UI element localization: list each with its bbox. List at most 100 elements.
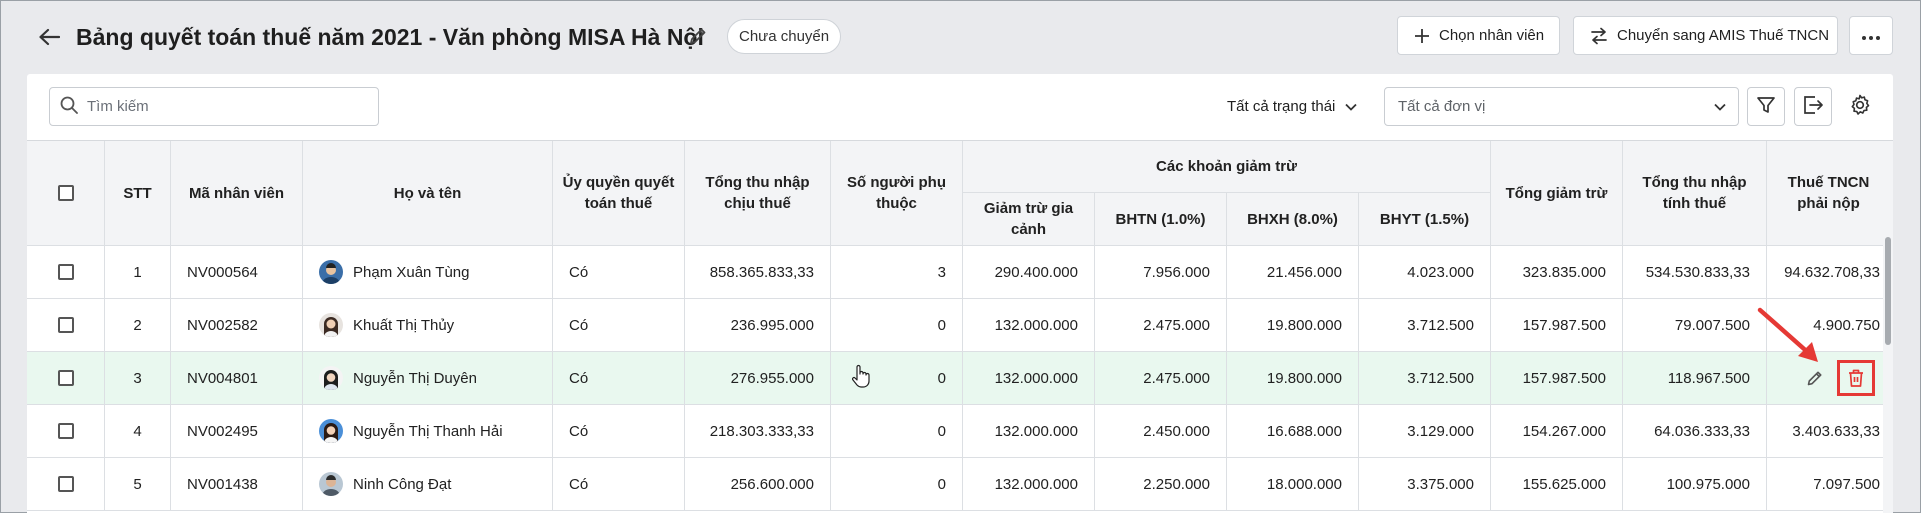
avatar [319, 260, 343, 284]
col-header-stt[interactable]: STT [105, 141, 171, 246]
employee-code-cell: NV001438 [171, 458, 303, 511]
avatar [319, 419, 343, 443]
bhxh-cell: 18.000.000 [1227, 458, 1359, 511]
bhyt-cell: 3.712.500 [1359, 299, 1491, 352]
col-header-pit-payable[interactable]: Thuế TNCN phải nộp [1767, 141, 1893, 246]
bhyt-cell: 3.712.500 [1359, 352, 1491, 405]
full-name-cell: Phạm Xuân Tùng [303, 246, 553, 299]
edit-title-pencil-icon[interactable] [685, 23, 711, 49]
bhyt-cell: 3.375.000 [1359, 458, 1491, 511]
avatar [319, 472, 343, 496]
row-checkbox-cell [27, 405, 105, 458]
col-group-deductions: Các khoản giảm trừ [963, 141, 1491, 193]
full-name-cell: Ninh Công Đạt [303, 458, 553, 511]
export-button[interactable] [1794, 87, 1832, 126]
transfer-to-amis-button[interactable]: Chuyển sang AMIS Thuế TNCN [1573, 16, 1838, 55]
chevron-down-icon [1345, 98, 1358, 115]
search-box[interactable] [49, 87, 379, 126]
gear-icon [1848, 93, 1872, 121]
dependents-cell: 3 [831, 246, 963, 299]
total-deduction-cell: 323.835.000 [1491, 246, 1623, 299]
pit-payable-cell: 3.403.633,33 [1767, 405, 1893, 458]
back-arrow-icon[interactable] [34, 22, 64, 52]
bhtn-cell: 2.475.000 [1095, 352, 1227, 405]
taxable-income-cell: 276.955.000 [685, 352, 831, 405]
pit-payable-cell: 94.632.708,33 [1767, 246, 1893, 299]
export-icon [1802, 95, 1824, 119]
row-checkbox-cell [27, 246, 105, 299]
col-header-assessable-income[interactable]: Tổng thu nhập tính thuế [1623, 141, 1767, 246]
unit-select-value: Tất cả đơn vị [1398, 98, 1486, 115]
taxable-income-cell: 218.303.333,33 [685, 405, 831, 458]
hand-cursor-icon [852, 364, 870, 392]
choose-employee-label: Chọn nhân viên [1439, 27, 1545, 44]
chevron-down-icon [1714, 98, 1726, 115]
filter-button[interactable] [1747, 87, 1785, 126]
row-checkbox-cell [27, 352, 105, 405]
select-all-cell [27, 141, 105, 246]
dependents-cell: 0 [831, 405, 963, 458]
assessable-income-cell: 64.036.333,33 [1623, 405, 1767, 458]
employee-code-cell: NV004801 [171, 352, 303, 405]
bhtn-cell: 2.475.000 [1095, 299, 1227, 352]
unit-select[interactable]: Tất cả đơn vị [1384, 87, 1739, 126]
employee-code-cell: NV000564 [171, 246, 303, 299]
family-deduction-cell: 132.000.000 [963, 405, 1095, 458]
choose-employee-button[interactable]: Chọn nhân viên [1397, 16, 1560, 55]
full-name-cell: Khuất Thị Thủy [303, 299, 553, 352]
employee-name: Ninh Công Đạt [353, 475, 452, 493]
family-deduction-cell: 290.400.000 [963, 246, 1095, 299]
bhxh-cell: 21.456.000 [1227, 246, 1359, 299]
row-checkbox[interactable] [57, 317, 74, 333]
family-deduction-cell: 132.000.000 [963, 458, 1095, 511]
status-filter-dropdown[interactable]: Tất cả trạng thái [1227, 87, 1358, 126]
employee-name: Nguyễn Thị Duyên [353, 369, 477, 387]
employee-code-cell: NV002582 [171, 299, 303, 352]
taxable-income-cell: 256.600.000 [685, 458, 831, 511]
col-header-employee-code[interactable]: Mã nhân viên [171, 141, 303, 246]
bhxh-cell: 19.800.000 [1227, 352, 1359, 405]
col-header-taxable-income[interactable]: Tổng thu nhập chịu thuế [685, 141, 831, 246]
employee-name: Khuất Thị Thủy [353, 316, 455, 334]
search-input[interactable] [87, 98, 357, 115]
authorized-cell: Có [553, 405, 685, 458]
assessable-income-cell: 118.967.500 [1623, 352, 1767, 405]
bhtn-cell: 2.250.000 [1095, 458, 1227, 511]
employee-name: Phạm Xuân Tùng [353, 263, 470, 281]
scrollbar-thumb[interactable] [1885, 237, 1891, 345]
col-header-bhxh[interactable]: BHXH (8.0%) [1227, 193, 1359, 246]
stt-cell: 1 [105, 246, 171, 299]
row-checkbox[interactable] [57, 476, 74, 492]
col-header-authorized[interactable]: Ủy quyền quyết toán thuế [553, 141, 685, 246]
total-deduction-cell: 157.987.500 [1491, 299, 1623, 352]
col-header-dependents[interactable]: Số người phụ thuộc [831, 141, 963, 246]
assessable-income-cell: 100.975.000 [1623, 458, 1767, 511]
plus-icon [1414, 28, 1430, 44]
delete-row-trash-icon[interactable] [1837, 360, 1875, 396]
row-checkbox[interactable] [57, 370, 74, 386]
select-all-checkbox[interactable] [57, 185, 74, 201]
employee-name: Nguyễn Thị Thanh Hải [353, 422, 503, 440]
stt-cell: 4 [105, 405, 171, 458]
row-checkbox[interactable] [57, 423, 74, 439]
settings-button[interactable] [1841, 87, 1879, 126]
col-header-full-name[interactable]: Họ và tên [303, 141, 553, 246]
col-header-total-deduction[interactable]: Tổng giảm trừ [1491, 141, 1623, 246]
assessable-income-cell: 79.007.500 [1623, 299, 1767, 352]
total-deduction-cell: 154.267.000 [1491, 405, 1623, 458]
total-deduction-cell: 155.625.000 [1491, 458, 1623, 511]
authorized-cell: Có [553, 299, 685, 352]
total-deduction-cell: 157.987.500 [1491, 352, 1623, 405]
row-checkbox[interactable] [57, 264, 74, 280]
bhtn-cell: 2.450.000 [1095, 405, 1227, 458]
col-header-bhtn[interactable]: BHTN (1.0%) [1095, 193, 1227, 246]
vertical-scrollbar[interactable] [1883, 141, 1893, 513]
assessable-income-cell: 534.530.833,33 [1623, 246, 1767, 299]
transfer-label: Chuyển sang AMIS Thuế TNCN [1617, 27, 1830, 44]
more-dots-icon [1862, 27, 1880, 44]
bhxh-cell: 19.800.000 [1227, 299, 1359, 352]
col-header-family-deduction[interactable]: Giảm trừ gia cảnh [963, 193, 1095, 246]
more-options-button[interactable] [1849, 16, 1893, 55]
col-header-bhyt[interactable]: BHYT (1.5%) [1359, 193, 1491, 246]
row-checkbox-cell [27, 299, 105, 352]
